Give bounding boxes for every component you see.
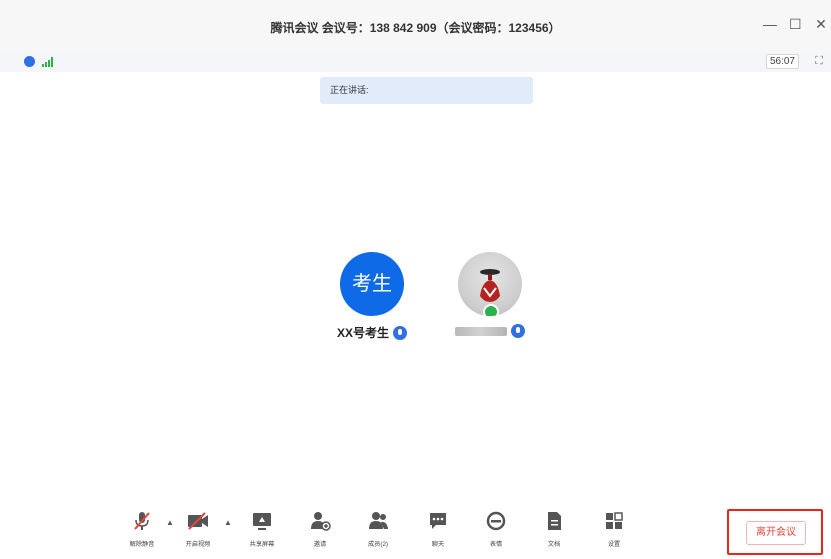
settings-button[interactable]: 设置 <box>592 510 636 548</box>
minimize-button[interactable]: — <box>763 16 777 33</box>
document-icon <box>532 510 576 532</box>
meeting-timer: 56:07 <box>765 54 799 69</box>
status-dot <box>483 304 499 316</box>
invite-label: 邀请 <box>313 541 327 548</box>
fullscreen-icon[interactable]: ⛶ <box>815 55 823 68</box>
members-label: 成员(2) <box>368 541 388 548</box>
shield-icon[interactable] <box>24 56 35 67</box>
signal-icon[interactable] <box>42 57 53 67</box>
participant-name-row: XX号考生 <box>322 324 422 341</box>
window-controls: — ☐ ✕ <box>763 16 827 33</box>
share-screen-icon <box>240 510 284 532</box>
avatar <box>458 252 522 316</box>
settings-icon <box>592 510 636 532</box>
chat-label: 聊天 <box>431 541 445 548</box>
title-bar: 腾讯会议 会议号：138 842 909（会议密码：123456） — ☐ ✕ <box>0 0 831 53</box>
invite-icon <box>298 510 342 532</box>
leave-highlight-box: 离开会议 <box>727 509 823 555</box>
meeting-toolbar: 解除静音 ▲ 开启视频 ▲ 共享屏幕 邀请 成员(2) 聊天 表情 文档 设置 <box>0 510 831 559</box>
mic-icon <box>511 324 525 338</box>
participant-tile[interactable] <box>440 252 540 338</box>
maximize-button[interactable]: ☐ <box>789 16 802 33</box>
share-screen-label: 共享屏幕 <box>249 541 275 548</box>
chevron-up-icon[interactable]: ▲ <box>166 518 174 527</box>
reaction-label: 表情 <box>489 541 503 548</box>
mic-muted-icon <box>120 510 164 532</box>
members-icon <box>356 510 400 532</box>
participant-name-blurred <box>455 326 507 336</box>
status-bar: 56:07 ⛶ <box>0 52 831 72</box>
reaction-button[interactable]: 表情 <box>474 510 518 548</box>
participant-tile[interactable]: 考生 XX号考生 <box>322 252 422 341</box>
unmute-button[interactable]: 解除静音 <box>120 510 164 548</box>
chat-button[interactable]: 聊天 <box>416 510 460 548</box>
meeting-title: 腾讯会议 会议号：138 842 909（会议密码：123456） <box>270 21 561 35</box>
close-button[interactable]: ✕ <box>815 16 827 33</box>
docs-button[interactable]: 文档 <box>532 510 576 548</box>
start-video-button[interactable]: 开启视频 <box>176 510 220 548</box>
chat-icon <box>416 510 460 532</box>
docs-label: 文档 <box>547 541 561 548</box>
emoji-icon <box>474 510 518 532</box>
participant-name: XX号考生 <box>336 326 389 340</box>
avatar: 考生 <box>340 252 404 316</box>
chevron-up-icon[interactable]: ▲ <box>224 518 232 527</box>
mic-icon <box>393 325 407 340</box>
leave-meeting-button[interactable]: 离开会议 <box>746 521 806 545</box>
participant-name-row <box>440 324 540 338</box>
unmute-label: 解除静音 <box>129 541 155 548</box>
members-button[interactable]: 成员(2) <box>356 510 400 548</box>
video-off-icon <box>176 510 220 532</box>
share-screen-button[interactable]: 共享屏幕 <box>240 510 284 548</box>
speaking-indicator: 正在讲话: <box>320 77 533 104</box>
settings-label: 设置 <box>607 541 621 548</box>
start-video-label: 开启视频 <box>185 541 211 548</box>
invite-button[interactable]: 邀请 <box>298 510 342 548</box>
